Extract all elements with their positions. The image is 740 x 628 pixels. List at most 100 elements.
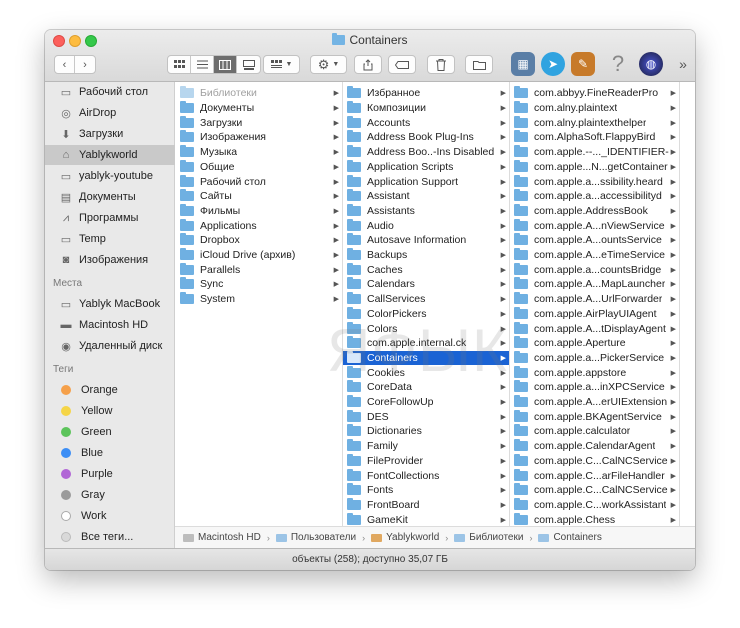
folder-row[interactable]: Applications ▶ (176, 218, 342, 233)
sidebar-item-airdrop[interactable]: ◎ AirDrop (45, 103, 175, 123)
folder-row[interactable]: Музыка ▶ (176, 145, 342, 160)
folder-row[interactable]: Assistants ▶ (343, 203, 509, 219)
folder-row[interactable]: Assistant ▶ (343, 189, 509, 204)
gallery-view-button[interactable] (237, 56, 260, 73)
folder-row[interactable]: com.abbyy.FineReaderPro ▶ (510, 86, 679, 101)
sidebar-tag-gray[interactable]: Gray (45, 485, 175, 505)
folder-row[interactable]: com.apple.BKAgentService ▶ (510, 409, 679, 424)
folder-row[interactable]: Audio ▶ (343, 218, 509, 233)
folder-row[interactable]: Family ▶ (343, 439, 509, 454)
folder-row[interactable]: Избранное ▶ (343, 86, 509, 101)
sidebar-tag-orange[interactable]: Orange (45, 380, 175, 400)
folder-row[interactable]: Сайты ▶ (176, 189, 342, 204)
folder-row[interactable]: Загрузки ▶ (176, 115, 342, 130)
sidebar-tag-work[interactable]: Work (45, 506, 175, 526)
path-segment[interactable]: Пользователи (275, 532, 356, 543)
folder-row[interactable]: iCloud Drive (архив) ▶ (176, 248, 342, 263)
folder-row[interactable]: com.apple.A...tDisplayAgent ▶ (510, 321, 679, 336)
sidebar-item-macintosh-hd[interactable]: ▬ Macintosh HD (45, 315, 175, 335)
folder-row[interactable]: com.apple.calculator ▶ (510, 424, 679, 439)
new-folder-button[interactable] (465, 55, 493, 74)
folder-row[interactable]: FontCollections ▶ (343, 468, 509, 483)
sidebar-tag-yellow[interactable]: Yellow (45, 401, 175, 421)
sidebar-item-applications[interactable]: ⩘ Программы (45, 208, 175, 228)
folder-row[interactable]: Calendars ▶ (343, 277, 509, 292)
sidebar-tag-purple[interactable]: Purple (45, 464, 175, 484)
path-segment[interactable]: Macintosh HD (183, 532, 261, 543)
folder-row[interactable]: Address Boo..-Ins Disabled ▶ (343, 145, 509, 160)
folder-row[interactable]: com.apple.C...CalNCService ▶ (510, 453, 679, 469)
folder-row[interactable]: Backups ▶ (343, 248, 509, 263)
sidebar-item-documents[interactable]: ▤ Документы (45, 187, 175, 207)
folder-row[interactable]: com.apple.AirPlayUIAgent ▶ (510, 306, 679, 322)
folder-row[interactable]: Общие ▶ (176, 159, 342, 175)
folder-row[interactable]: Application Support ▶ (343, 174, 509, 189)
path-segment[interactable]: Библиотеки (454, 532, 523, 543)
preview-app-icon[interactable]: ✎ (571, 52, 595, 76)
column-view-button[interactable] (214, 56, 237, 73)
sidebar-item-macbook[interactable]: ▭ Yablyk MacBook (45, 294, 175, 314)
sidebar-tag-all[interactable]: Все теги... (45, 527, 175, 547)
sidebar-item-pictures[interactable]: ◙ Изображения (45, 250, 175, 270)
delete-button[interactable] (427, 55, 455, 74)
folder-row[interactable]: Dictionaries ▶ (343, 424, 509, 439)
folder-row[interactable]: Фильмы ▶ (176, 203, 342, 219)
folder-row[interactable]: Cookies ▶ (343, 365, 509, 380)
folder-row[interactable]: CoreData ▶ (343, 380, 509, 395)
folder-row[interactable]: Caches ▶ (343, 262, 509, 277)
folder-row[interactable]: com.apple.appstore ▶ (510, 365, 679, 380)
folder-row[interactable]: com.apple.A...eTimeService ▶ (510, 248, 679, 263)
telegram-icon[interactable]: ➤ (541, 52, 565, 76)
folder-row[interactable]: Библиотеки ▶ (176, 86, 342, 101)
siri-icon[interactable]: ◍ (639, 52, 663, 76)
screenshot-app-icon[interactable]: ▦ (511, 52, 535, 76)
folder-row[interactable]: Изображения ▶ (176, 130, 342, 145)
folder-row[interactable]: com.apple.a...accessibilityd ▶ (510, 189, 679, 204)
folder-row[interactable]: Address Book Plug-Ins ▶ (343, 130, 509, 145)
folder-row[interactable]: com.apple.A...UrlForwarder ▶ (510, 292, 679, 307)
folder-row[interactable]: Containers ▶ (343, 350, 509, 366)
folder-row[interactable]: com.apple.AddressBook ▶ (510, 203, 679, 219)
folder-row[interactable]: Sync ▶ (176, 277, 342, 292)
list-view-button[interactable] (191, 56, 214, 73)
folder-row[interactable]: com.apple.A...MapLauncher ▶ (510, 277, 679, 292)
sidebar-item-yablyk-youtube[interactable]: ▭ yablyk-youtube (45, 166, 175, 186)
folder-row[interactable]: com.apple.C...arFileHandler ▶ (510, 468, 679, 483)
folder-row[interactable]: com.alny.plaintext ▶ (510, 101, 679, 116)
group-by-button[interactable]: ▼ (263, 55, 300, 74)
folder-row[interactable]: com.apple...N...getContainer ▶ (510, 159, 679, 175)
folder-row[interactable]: com.apple.Aperture ▶ (510, 336, 679, 351)
sidebar-item-temp[interactable]: ▭ Temp (45, 229, 175, 249)
sidebar-tag-blue[interactable]: Blue (45, 443, 175, 463)
folder-row[interactable]: DES ▶ (343, 409, 509, 424)
back-button[interactable]: ‹ (55, 56, 75, 73)
folder-row[interactable]: Parallels ▶ (176, 262, 342, 277)
folder-row[interactable]: com.apple.A...erUIExtension ▶ (510, 395, 679, 410)
folder-row[interactable]: Fonts ▶ (343, 483, 509, 498)
folder-row[interactable]: Accounts ▶ (343, 115, 509, 130)
path-segment[interactable]: Yablykworld (371, 532, 439, 543)
folder-row[interactable]: CallServices ▶ (343, 292, 509, 307)
folder-row[interactable]: Application Scripts ▶ (343, 159, 509, 175)
sidebar-item-remote-disc[interactable]: ◉ Удаленный диск (45, 336, 175, 356)
folder-row[interactable]: com.apple.a...PickerService ▶ (510, 350, 679, 366)
folder-row[interactable]: com.apple.A...ountsService ▶ (510, 233, 679, 248)
folder-row[interactable]: com.apple.Chess ▶ (510, 512, 679, 526)
sidebar-item-downloads[interactable]: ⬇ Загрузки (45, 124, 175, 144)
share-button[interactable] (354, 55, 382, 74)
folder-row[interactable]: Рабочий стол ▶ (176, 174, 342, 189)
action-button[interactable]: ⚙ ▼ (310, 55, 347, 74)
folder-row[interactable]: FileProvider ▶ (343, 453, 509, 469)
sidebar-tag-green[interactable]: Green (45, 422, 175, 442)
folder-row[interactable]: Colors ▶ (343, 321, 509, 336)
forward-button[interactable]: › (75, 56, 95, 73)
sidebar-item-desktop[interactable]: ▭ Рабочий стол (45, 82, 175, 102)
folder-row[interactable]: CoreFollowUp ▶ (343, 395, 509, 410)
folder-row[interactable]: com.apple.A...nViewService ▶ (510, 218, 679, 233)
folder-row[interactable]: Dropbox ▶ (176, 233, 342, 248)
folder-row[interactable]: FrontBoard ▶ (343, 497, 509, 513)
folder-row[interactable]: com.AlphaSoft.FlappyBird ▶ (510, 130, 679, 145)
path-segment[interactable]: Containers (538, 532, 602, 543)
folder-row[interactable]: com.apple.a...countsBridge ▶ (510, 262, 679, 277)
folder-row[interactable]: com.apple.a...inXPCService ▶ (510, 380, 679, 395)
